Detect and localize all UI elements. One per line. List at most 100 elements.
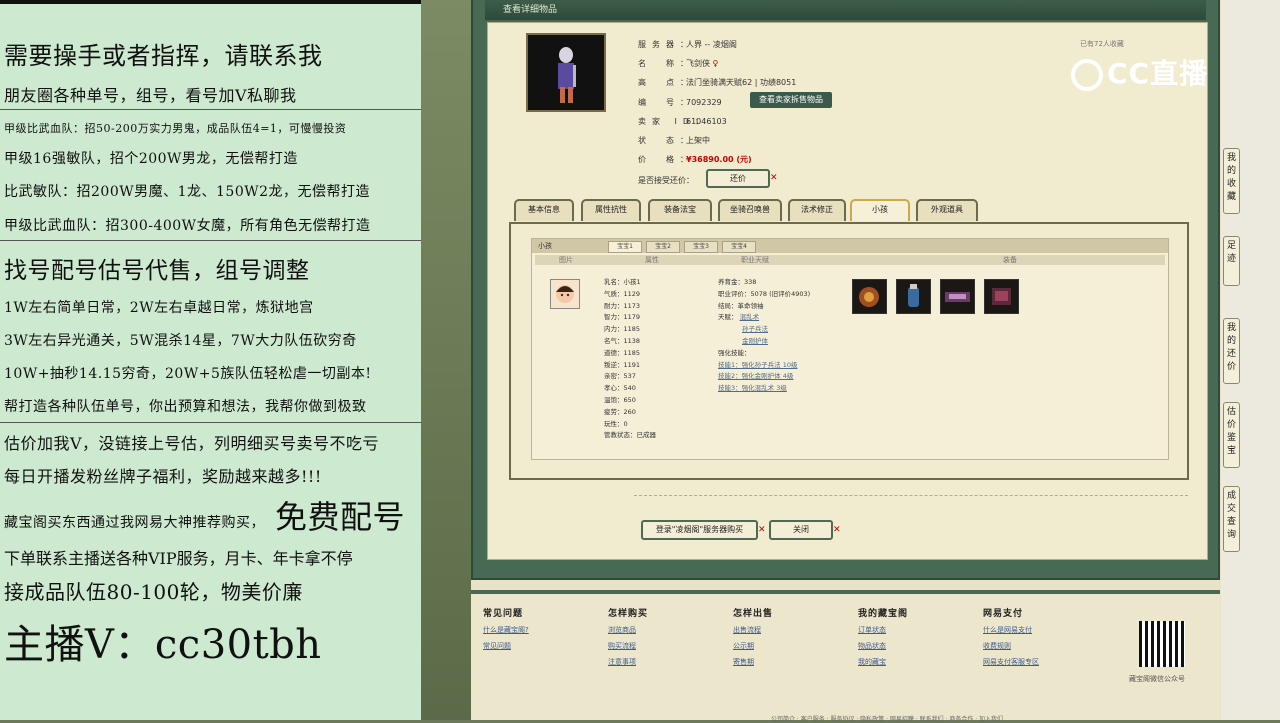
equipment-slot-4[interactable] bbox=[984, 279, 1019, 314]
child-detail-box: 小孩 宝宝1 宝宝2 宝宝3 宝宝4 图片 属性 职业天赋 装备 乳名：小孩1 … bbox=[509, 222, 1189, 480]
talent-link[interactable]: 混乱术 bbox=[740, 313, 760, 321]
stat-line: 乳名：小孩1 bbox=[604, 278, 641, 286]
talent-link[interactable]: 金刚护体 bbox=[742, 337, 768, 345]
tab-attributes[interactable]: 属性抗性 bbox=[581, 199, 641, 221]
subtab-baby4[interactable]: 宝宝4 bbox=[722, 241, 756, 253]
tab-spells[interactable]: 法术修正 bbox=[788, 199, 846, 221]
window-title: 查看详细物品 bbox=[485, 0, 1206, 20]
stat-line: 疲劳：260 bbox=[604, 407, 636, 416]
talent-row: 孙子兵法 bbox=[718, 324, 810, 336]
tab-equipment[interactable]: 装备法宝 bbox=[648, 199, 712, 221]
side-deals-button[interactable]: 成交查询 bbox=[1223, 486, 1240, 552]
site-footer: 常见问题 什么是藏宝阁? 常见问题 怎样购买 浏览商品 购买流程 注意事项 怎样… bbox=[471, 590, 1220, 723]
side-favorites-button[interactable]: 我的收藏 bbox=[1223, 148, 1240, 214]
tab-basic[interactable]: 基本信息 bbox=[514, 199, 574, 221]
career-line: 强化技能： bbox=[718, 348, 751, 357]
footer-link[interactable]: 公示期 bbox=[733, 641, 773, 651]
equipment-slot-2[interactable] bbox=[896, 279, 931, 314]
tab-appearance[interactable]: 外观道具 bbox=[916, 199, 978, 221]
child-table: 小孩 宝宝1 宝宝2 宝宝3 宝宝4 图片 属性 职业天赋 装备 乳名：小孩1 … bbox=[531, 238, 1169, 460]
stat-line: 管教状态：已成器 bbox=[604, 431, 656, 440]
background-scene bbox=[421, 0, 471, 720]
career-line: 结局：革命领袖 bbox=[718, 301, 764, 310]
talent-link[interactable]: 孙子兵法 bbox=[742, 325, 768, 333]
skill-link[interactable]: 技能1：强化孙子兵法 10级 bbox=[718, 360, 810, 372]
stat-line: 名气：1138 bbox=[604, 336, 641, 345]
wechat-qr-code bbox=[1139, 621, 1185, 667]
stat-line: 智力：1179 bbox=[604, 313, 641, 322]
col-equip: 装备 bbox=[1003, 256, 1017, 264]
item-detail-panel: 服务器：人界 -- 凌烟阁 名 称：飞剑侠 ♀ 高 点：法门坐骑满天赋62 | … bbox=[487, 22, 1208, 560]
footer-link[interactable]: 常见问题 bbox=[483, 641, 529, 651]
footer-link[interactable]: 注意事项 bbox=[608, 657, 648, 667]
footer-link[interactable]: 收费规则 bbox=[983, 641, 1039, 651]
footer-link[interactable]: 什么是藏宝阁? bbox=[483, 625, 529, 635]
stat-line: 温饱：650 bbox=[604, 395, 636, 404]
cc-live-logo: CC直播 bbox=[1071, 52, 1208, 92]
footer-link[interactable]: 物品状态 bbox=[858, 641, 908, 651]
collect-count: 已有72人收藏 bbox=[1080, 40, 1124, 48]
col-image: 图片 bbox=[559, 256, 573, 264]
left-line-10: 10W+抽秒14.15穷奇，20W+5族队伍轻松虐一切副本! bbox=[4, 366, 372, 382]
side-appraisal-button[interactable]: 估价鉴宝 bbox=[1223, 402, 1240, 468]
stat-line: 玩性：0 bbox=[604, 419, 628, 428]
stat-line: 亲密：537 bbox=[604, 372, 636, 381]
subtab-baby3[interactable]: 宝宝3 bbox=[684, 241, 718, 253]
left-line-17: 接成品队伍80-100轮，物美价廉 bbox=[4, 580, 303, 604]
character-portrait bbox=[526, 33, 606, 112]
stat-line: 耐力：1173 bbox=[604, 301, 641, 310]
divider bbox=[634, 495, 1188, 496]
subtab-baby2[interactable]: 宝宝2 bbox=[646, 241, 680, 253]
name-row: 名 称：飞剑侠 ♀ bbox=[638, 59, 719, 68]
side-history-button[interactable]: 足迹 bbox=[1223, 236, 1240, 286]
skill-link[interactable]: 技能3：强化混乱术 3级 bbox=[718, 383, 810, 395]
stat-line: 气质：1129 bbox=[604, 289, 641, 298]
cc-logo-icon bbox=[1071, 59, 1103, 91]
skill-link[interactable]: 技能2：强化金刚护体 4级 bbox=[718, 371, 810, 383]
bargain-button[interactable]: 还价 bbox=[706, 169, 770, 188]
tab-child[interactable]: 小孩 bbox=[850, 199, 910, 221]
footer-bottom-links: 公司简介 · 客户服务 · 服务协议 · 隐私政策 · 网易招聘 · 联系我们 … bbox=[771, 716, 1004, 723]
footer-link[interactable]: 出售流程 bbox=[733, 625, 773, 635]
left-line-12: 估价加我Ⅴ，没链接上号估，列明细买号卖号不吃亏 bbox=[4, 434, 380, 453]
footer-col-sell: 怎样出售 出售流程 公示期 寄售期 bbox=[733, 609, 774, 667]
left-line-4: 甲级16强敏队，招个200W男龙，无偿帮打造 bbox=[4, 151, 298, 167]
server-row: 服务器：人界 -- 凌烟阁 bbox=[638, 40, 737, 49]
divider bbox=[0, 240, 421, 241]
left-line-free: 免费配号 bbox=[275, 498, 406, 536]
footer-col-faq: 常见问题 什么是藏宝阁? 常见问题 bbox=[483, 609, 529, 651]
top-divider bbox=[0, 0, 421, 4]
qr-caption: 藏宝阁微信公众号 bbox=[1129, 675, 1185, 683]
side-bargain-button[interactable]: 我的还价 bbox=[1223, 318, 1240, 384]
footer-link[interactable]: 寄售期 bbox=[733, 657, 773, 667]
left-line-7: 找号配号估号代售，组号调整 bbox=[4, 258, 310, 284]
logo-text: CC直播 bbox=[1107, 57, 1209, 90]
col-career: 职业天赋 bbox=[741, 256, 769, 264]
footer-link[interactable]: 浏览商品 bbox=[608, 625, 648, 635]
number-row: 编 号：7092329 bbox=[638, 98, 722, 107]
child-stats: 乳名：小孩1 气质：1129 耐力：1173 智力：1179 内力：1185 名… bbox=[604, 277, 656, 442]
footer-link[interactable]: 购买流程 bbox=[608, 641, 648, 651]
equipment-slot-3[interactable] bbox=[940, 279, 975, 314]
left-line-6: 甲级比武血队：招300-400W女魔，所有角色无偿帮打造 bbox=[4, 218, 371, 234]
footer-link[interactable]: 订单状态 bbox=[858, 625, 908, 635]
subtab-baby1[interactable]: 宝宝1 bbox=[608, 241, 642, 253]
child-avatar bbox=[550, 279, 580, 309]
left-line-18: 主播Ⅴ：cc30tbh bbox=[4, 622, 322, 668]
left-line-2: 朋友圈各种单号，组号，看号加Ⅴ私聊我 bbox=[4, 86, 297, 105]
login-server-buy-button[interactable]: 登录"凌烟阁"服务器购买 bbox=[641, 520, 758, 540]
equipment-slot-1[interactable] bbox=[852, 279, 887, 314]
stat-line: 孝心：540 bbox=[604, 384, 636, 393]
close-button[interactable]: 关闭 bbox=[769, 520, 833, 540]
footer-link[interactable]: 什么是网易支付 bbox=[983, 625, 1039, 635]
browser-viewport: 查看详细物品 服务器：人界 -- 凌烟阁 名 称：飞剑侠 ♀ 高 点：法门坐骑满… bbox=[421, 0, 1280, 723]
tab-mounts[interactable]: 坐骑召唤兽 bbox=[718, 199, 782, 221]
status-row: 状 态：上架中 bbox=[638, 136, 710, 145]
streamer-info-panel: 需要操手或者指挥，请联系我 朋友圈各种单号，组号，看号加Ⅴ私聊我 甲级比武血队：… bbox=[0, 0, 421, 720]
footer-link[interactable]: 我的藏宝 bbox=[858, 657, 908, 667]
close-x-icon: ✕ bbox=[758, 525, 766, 535]
footer-link[interactable]: 网易支付客服专区 bbox=[983, 657, 1039, 667]
seller-row: 卖家 ID：61046103 bbox=[638, 117, 727, 126]
left-line-3: 甲级比武血队：招50-200万实力男鬼，成品队伍4=1，可慢慢投资 bbox=[4, 122, 347, 135]
seller-items-button[interactable]: 查看卖家拆售物品 bbox=[750, 92, 832, 108]
